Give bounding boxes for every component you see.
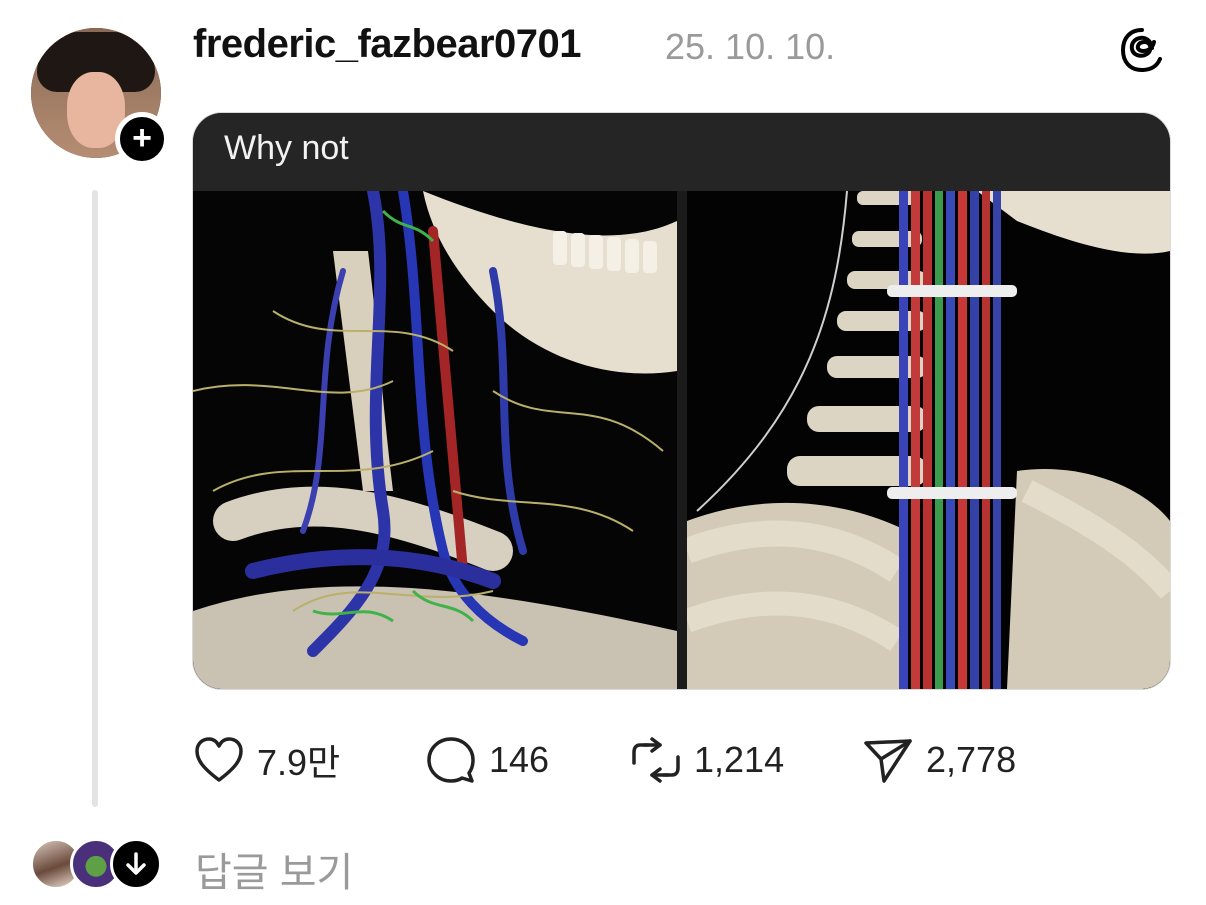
share-button[interactable]: 2,778 bbox=[862, 735, 1016, 785]
arrow-down-icon bbox=[126, 852, 146, 875]
expand-replies-button[interactable] bbox=[110, 838, 162, 890]
username-link[interactable]: frederic_fazbear0701 bbox=[193, 22, 582, 67]
speech-bubble-icon bbox=[427, 737, 475, 783]
comment-button[interactable]: 146 bbox=[425, 735, 549, 785]
repost-arrows-icon bbox=[632, 737, 680, 783]
post-media[interactable]: Why not bbox=[192, 112, 1171, 690]
repost-count: 1,214 bbox=[694, 739, 785, 780]
repost-button[interactable]: 1,214 bbox=[630, 735, 784, 785]
image-caption: Why not bbox=[224, 129, 349, 167]
caption-bar: Why not bbox=[193, 113, 1170, 191]
share-count: 2,778 bbox=[926, 739, 1017, 780]
thread-connector-line bbox=[92, 190, 98, 807]
comment-count: 146 bbox=[489, 739, 550, 780]
like-button[interactable]: 7.9만 bbox=[193, 735, 340, 785]
anatomy-image-left bbox=[193, 191, 677, 689]
paper-plane-icon bbox=[864, 739, 912, 783]
like-count: 7.9만 bbox=[257, 742, 341, 783]
threads-logo-icon[interactable] bbox=[1118, 26, 1166, 74]
post-timestamp: 25. 10. 10. bbox=[665, 26, 836, 67]
follow-button[interactable]: + bbox=[115, 112, 169, 166]
anatomy-image-right bbox=[687, 191, 1170, 689]
view-replies-link[interactable]: 답글 보기 bbox=[195, 840, 353, 898]
heart-icon bbox=[195, 737, 243, 782]
post-actions: 7.9만 146 1,214 2,778 bbox=[0, 735, 1206, 785]
